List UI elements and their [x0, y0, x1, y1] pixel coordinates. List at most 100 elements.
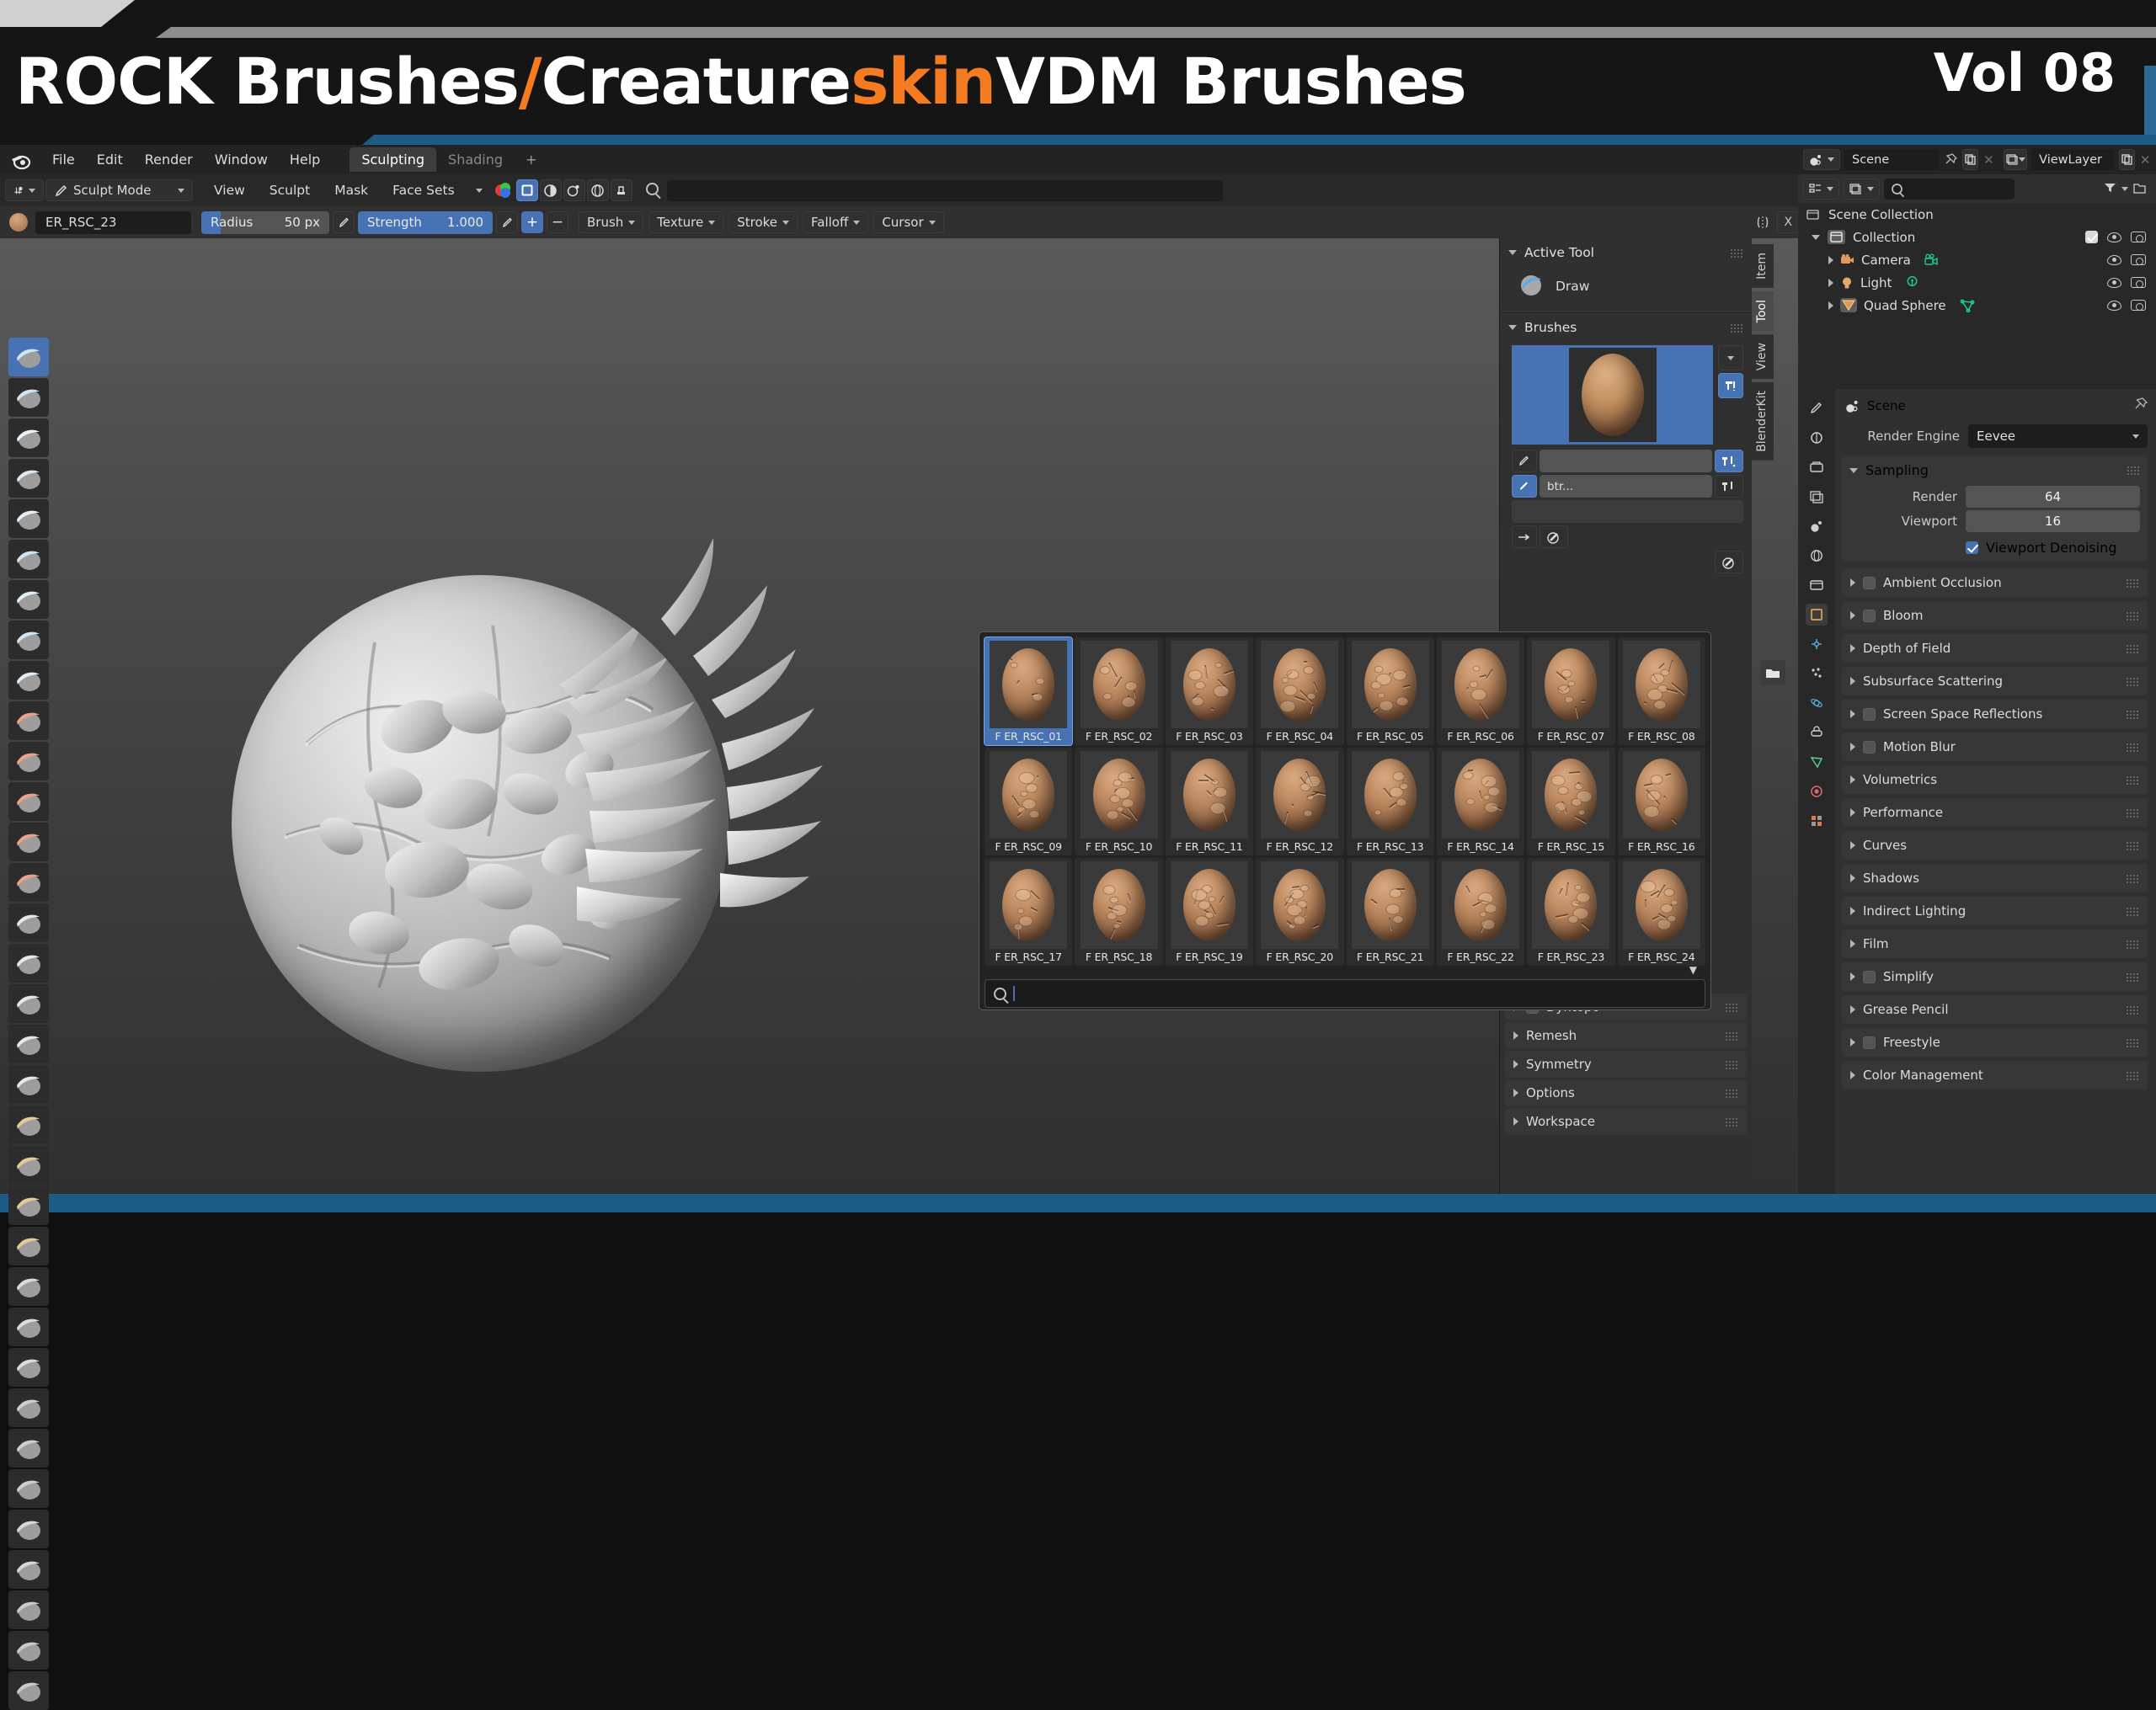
popover-cursor[interactable]: Cursor	[873, 211, 944, 233]
collection-enable-checkbox[interactable]	[2085, 231, 2098, 243]
menu-edit[interactable]: Edit	[86, 150, 134, 169]
npanel-tab-blenderkit[interactable]: BlenderKit	[1752, 382, 1774, 461]
camera-render-icon[interactable]	[2131, 300, 2146, 311]
properties-output-tab[interactable]	[1806, 456, 1828, 478]
properties-modifier-tab[interactable]	[1806, 633, 1828, 655]
add-workspace-button[interactable]: +	[515, 150, 547, 169]
camera-render-icon[interactable]	[2131, 232, 2146, 242]
brush-item[interactable]: F ER_RSC_21	[1346, 858, 1434, 966]
sampling-viewport-value-field[interactable]: 16	[1966, 510, 2140, 532]
render-panel-subsurface-scattering[interactable]: Subsurface Scattering	[1842, 667, 2148, 695]
tool-clay-strips-brush[interactable]	[8, 459, 49, 498]
close-icon[interactable]: ✕	[1983, 152, 1995, 168]
sculpt-menu-face-sets[interactable]: Face Sets	[382, 181, 466, 200]
radius-slider[interactable]: Radius 50 px	[201, 210, 329, 234]
brush-duplicate-icon[interactable]	[1715, 450, 1743, 472]
camera-data-icon[interactable]	[1924, 253, 1940, 267]
render-panel-grease-pencil[interactable]: Grease Pencil	[1842, 995, 2148, 1024]
brush-item[interactable]: F ER_RSC_14	[1436, 748, 1525, 855]
box-mask-icon[interactable]	[515, 179, 538, 201]
menu-file[interactable]: File	[41, 150, 86, 169]
properties-viewlayer-tab[interactable]	[1806, 486, 1828, 508]
popover-brush[interactable]: Brush	[579, 211, 644, 233]
tool-pinch-brush[interactable]	[8, 903, 49, 942]
brush-item[interactable]: F ER_RSC_05	[1346, 637, 1434, 745]
bloom-checkbox[interactable]	[1863, 609, 1876, 622]
properties-collection-tab[interactable]	[1806, 574, 1828, 596]
chevron-right-icon[interactable]	[1828, 278, 1833, 287]
outliner-collection-row[interactable]: Collection	[1798, 226, 2156, 248]
brush-item[interactable]: F ER_RSC_12	[1256, 748, 1344, 855]
sculpt-menu-sculpt[interactable]: Sculpt	[259, 181, 321, 200]
brush-folder-icon[interactable]	[1760, 660, 1785, 685]
tool-box-mask-tool[interactable]	[8, 1590, 49, 1629]
render-panel-depth-of-field[interactable]: Depth of Field	[1842, 634, 2148, 663]
properties-physics-tab[interactable]	[1806, 692, 1828, 714]
brush-item[interactable]: F ER_RSC_19	[1165, 858, 1254, 966]
symmetry-axis-x[interactable]: X	[1777, 211, 1800, 233]
brush-item[interactable]: F ER_RSC_01	[983, 637, 1074, 746]
render-engine-dropdown[interactable]: Eevee	[1968, 424, 2148, 448]
tool-layer-brush[interactable]	[8, 540, 49, 578]
tool-flatten-brush[interactable]	[8, 742, 49, 780]
render-panel-performance[interactable]: Performance	[1842, 798, 2148, 827]
paint-mask-icon[interactable]	[563, 179, 585, 201]
tool-inflate-brush[interactable]	[8, 580, 49, 619]
brush-new-icon[interactable]	[1718, 373, 1743, 398]
brush-item[interactable]: F ER_RSC_09	[985, 748, 1073, 855]
viewport-denoising-checkbox[interactable]	[1966, 541, 1978, 554]
pin-icon[interactable]	[2134, 397, 2148, 414]
sculpt-mode-selector[interactable]: Sculpt Mode	[45, 179, 193, 201]
brush-item[interactable]: F ER_RSC_17	[985, 858, 1073, 966]
symmetry-icon[interactable]	[1752, 216, 1774, 229]
brush-unlink-icon[interactable]	[1715, 475, 1743, 498]
tool-smooth-brush[interactable]	[8, 701, 49, 740]
properties-tool-tab[interactable]	[1806, 397, 1828, 419]
properties-texture-tab[interactable]	[1806, 810, 1828, 832]
tool-rotate-brush[interactable]	[8, 1186, 49, 1225]
brush-name-field[interactable]: ER_RSC_23	[35, 210, 191, 234]
render-panel-ambient-occlusion[interactable]: Ambient Occlusion	[1842, 568, 2148, 597]
globe-mask-icon[interactable]	[586, 179, 609, 201]
radius-pressure-icon[interactable]	[333, 211, 355, 233]
outliner-display-mode[interactable]	[1844, 178, 1880, 200]
npanel-tab-tool[interactable]: Tool	[1752, 290, 1774, 332]
menu-help[interactable]: Help	[279, 150, 331, 169]
tool-line-mask-tool[interactable]	[8, 1671, 49, 1710]
outliner-icon[interactable]	[1803, 178, 1839, 200]
brush-item[interactable]: F ER_RSC_10	[1075, 748, 1163, 855]
tool-slide-relax-brush[interactable]	[8, 1227, 49, 1265]
render-panel-color-management[interactable]: Color Management	[1842, 1061, 2148, 1089]
workspace-tab-shading[interactable]: Shading	[436, 147, 515, 172]
brush-stamp-icon-2[interactable]	[1715, 551, 1743, 573]
outliner-search-input[interactable]	[1884, 178, 2015, 200]
tool-draw-face-sets-brush[interactable]	[8, 1429, 49, 1468]
npanel-tab-item[interactable]: Item	[1752, 244, 1774, 288]
brush-item[interactable]: F ER_RSC_02	[1075, 637, 1163, 745]
tool-multiplane-scrape-brush[interactable]	[8, 863, 49, 902]
tool-nudge-brush[interactable]	[8, 1146, 49, 1185]
npanel-section-remesh[interactable]: Remesh	[1505, 1022, 1747, 1049]
render-panel-shadows[interactable]: Shadows	[1842, 864, 2148, 892]
eye-icon[interactable]	[2107, 232, 2121, 242]
tool-mask-brush[interactable]	[8, 1388, 49, 1427]
brush-item[interactable]: F ER_RSC_06	[1436, 637, 1525, 745]
popover-texture[interactable]: Texture	[648, 211, 724, 233]
sampling-header[interactable]: Sampling	[1849, 462, 2140, 478]
ambient-occlusion-checkbox[interactable]	[1863, 576, 1876, 589]
tool-elastic-deform-brush[interactable]	[8, 984, 49, 1023]
tool-crease-brush[interactable]	[8, 661, 49, 700]
brush-item[interactable]: F ER_RSC_04	[1256, 637, 1344, 745]
render-panel-motion-blur[interactable]: Motion Blur	[1842, 732, 2148, 761]
brush-item[interactable]: F ER_RSC_15	[1527, 748, 1615, 855]
scene-selector[interactable]	[1803, 149, 1840, 170]
blender-logo-icon[interactable]	[8, 147, 34, 173]
sampling-render-value-field[interactable]: 64	[1966, 486, 2140, 508]
brush-preview-box[interactable]	[1512, 345, 1713, 445]
properties-scene-tab[interactable]	[1806, 515, 1828, 537]
chevron-down-icon[interactable]	[1812, 234, 1820, 240]
properties-constraints-tab[interactable]	[1806, 722, 1828, 743]
eye-icon[interactable]	[2107, 277, 2121, 288]
render-panel-curves[interactable]: Curves	[1842, 831, 2148, 860]
popover-falloff[interactable]: Falloff	[803, 211, 869, 233]
